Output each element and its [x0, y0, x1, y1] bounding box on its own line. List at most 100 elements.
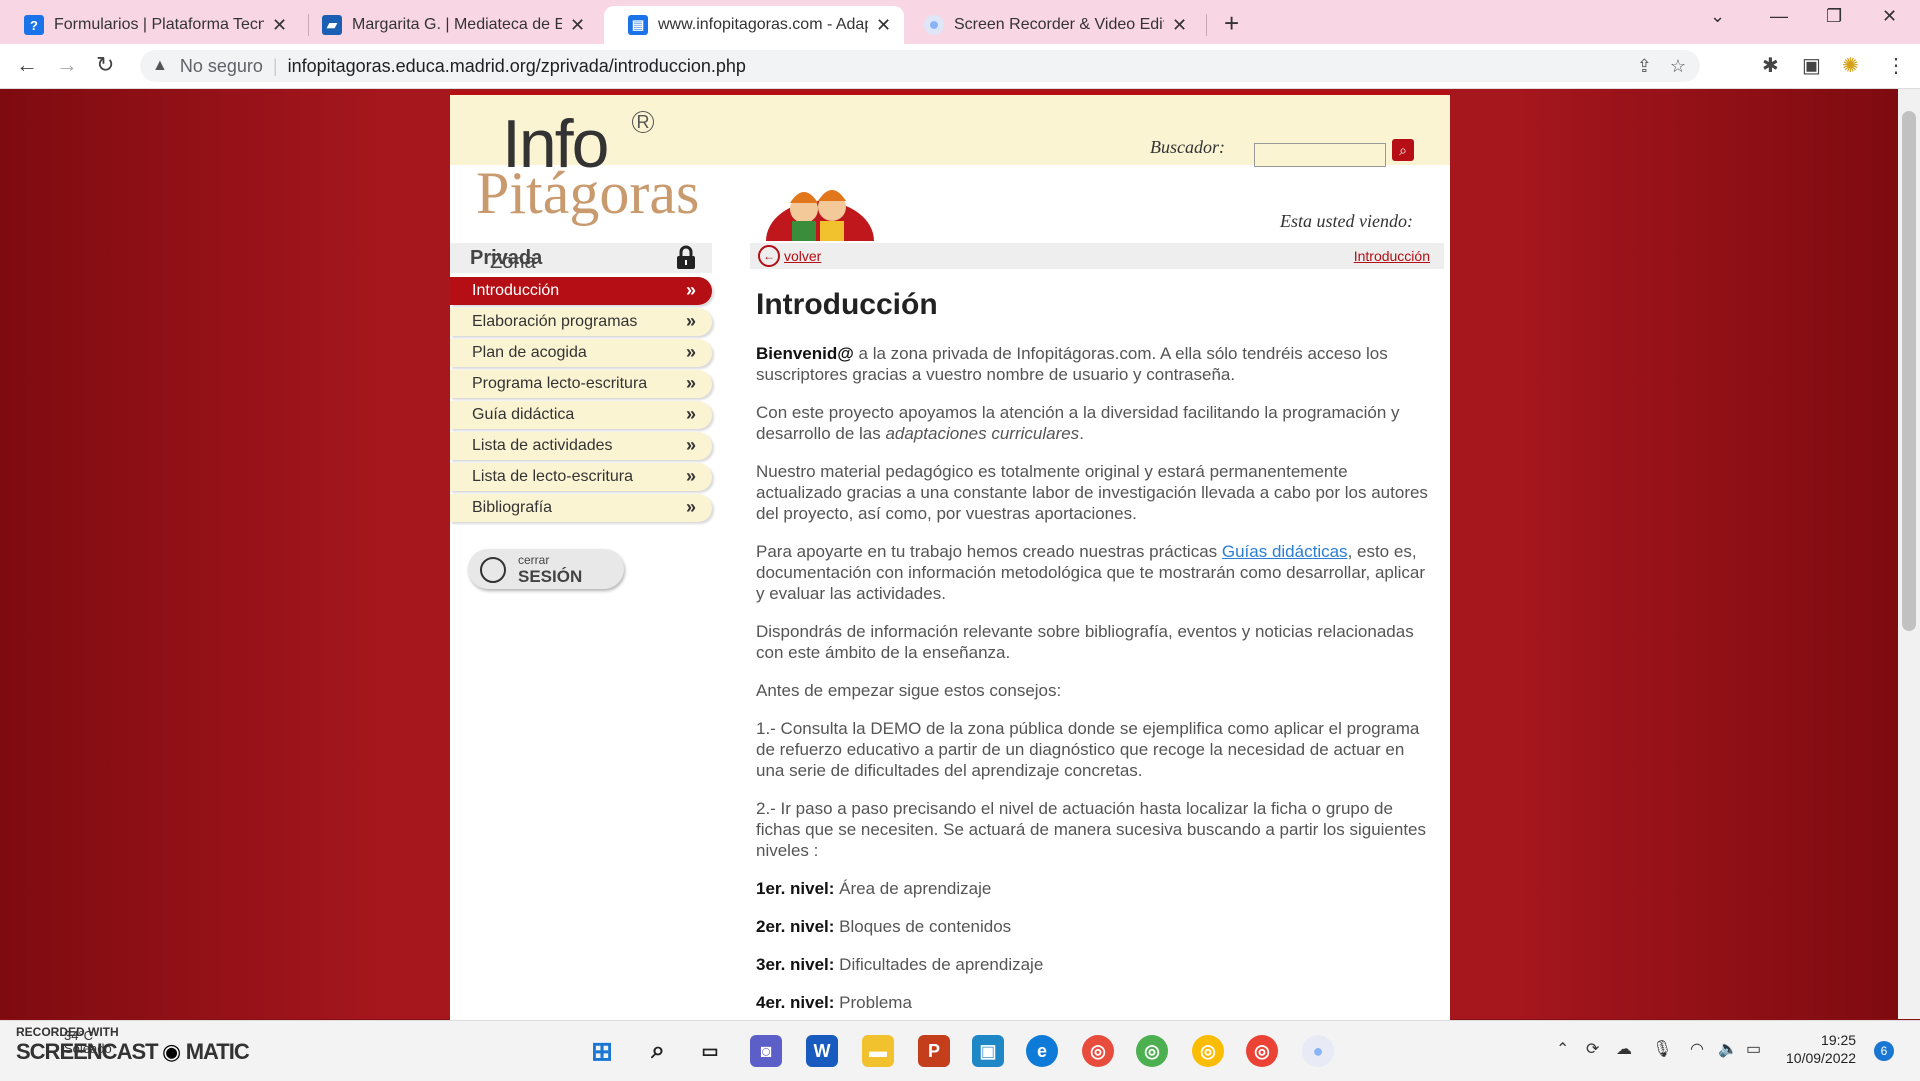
- sidebar-item-label: Guía didáctica: [472, 406, 575, 423]
- menu-icon[interactable]: ⋮: [1886, 53, 1906, 78]
- tab-search-icon[interactable]: ⌄: [1710, 6, 1725, 27]
- guias-didacticas-link[interactable]: Guías didácticas: [1222, 542, 1348, 561]
- chrome-icon[interactable]: ◎: [1082, 1035, 1114, 1067]
- notification-badge[interactable]: 6: [1874, 1041, 1894, 1061]
- chevron-right-icon: »: [685, 280, 696, 300]
- chrome-profile-icon[interactable]: ◎: [1246, 1035, 1278, 1067]
- sidebar-item-introduccion[interactable]: Introducción »: [450, 277, 712, 305]
- screen-recorder-icon[interactable]: ●: [1302, 1035, 1334, 1067]
- logo-pitagoras[interactable]: Pitágoras: [476, 159, 699, 228]
- close-window-icon[interactable]: ✕: [1882, 6, 1897, 27]
- search-input[interactable]: [1254, 143, 1386, 167]
- new-tab-button[interactable]: +: [1224, 8, 1239, 39]
- guides-text: Para apoyarte en tu trabajo hemos creado…: [756, 542, 1222, 561]
- weather-widget[interactable]: 34°C Soleado: [64, 1029, 112, 1055]
- zona-label: Zona: [490, 251, 536, 273]
- paragraph-material: Nuestro material pedagógico es totalment…: [756, 462, 1428, 523]
- welcome-bold: Bienvenid@: [756, 344, 854, 363]
- file-explorer-icon[interactable]: ▬: [862, 1035, 894, 1067]
- wifi-icon[interactable]: ◠: [1690, 1039, 1704, 1059]
- close-icon[interactable]: ✕: [272, 15, 287, 36]
- chevron-up-icon[interactable]: ⌃: [1556, 1039, 1569, 1059]
- cloud-icon[interactable]: ☁: [1616, 1039, 1632, 1059]
- chrome-profile-icon[interactable]: ◎: [1136, 1035, 1168, 1067]
- chrome-profile-icon[interactable]: ◎: [1192, 1035, 1224, 1067]
- sidebar-item-label: Introducción: [472, 282, 560, 299]
- date: 10/09/2022: [1786, 1050, 1857, 1066]
- sidebar-item-guia-didactica[interactable]: Guía didáctica »: [450, 401, 712, 429]
- microphone-icon[interactable]: 🎙: [1652, 1039, 1672, 1059]
- chat-icon[interactable]: ◙: [750, 1035, 782, 1067]
- tab-label: Margarita G. | Mediateca de Educ: [352, 16, 562, 33]
- level-label: 2er. nivel:: [756, 917, 835, 936]
- volume-icon[interactable]: 🔈: [1718, 1039, 1738, 1059]
- close-icon[interactable]: ✕: [1172, 15, 1187, 36]
- paragraph-advice: Antes de empezar sigue estos consejos:: [756, 681, 1062, 700]
- remote-desktop-icon[interactable]: ▣: [972, 1035, 1004, 1067]
- share-icon[interactable]: ⇪: [1637, 56, 1652, 77]
- clock[interactable]: 19:25 10/09/2022: [1786, 1031, 1856, 1067]
- logout-small-label: cerrar: [518, 553, 550, 567]
- zona-privada-header: Zona Privada: [450, 243, 712, 273]
- maximize-icon[interactable]: ❐: [1826, 6, 1842, 27]
- extensions-icon[interactable]: ✱: [1762, 53, 1779, 78]
- side-panel-icon[interactable]: ▣: [1802, 53, 1821, 78]
- paragraph-project: Con este proyecto apoyamos la atención a…: [756, 402, 1436, 444]
- paragraph-step1: 1.- Consulta la DEMO de la zona pública …: [756, 719, 1420, 780]
- warning-icon: ▲: [152, 57, 168, 74]
- search-icon[interactable]: ⌕: [642, 1035, 674, 1067]
- lock-icon: [677, 245, 695, 269]
- sync-icon[interactable]: ⟳: [1586, 1039, 1599, 1059]
- omnibox[interactable]: ▲ No seguro | infopitagoras.educa.madrid…: [140, 50, 1700, 82]
- sidebar-item-lista-actividades[interactable]: Lista de actividades »: [450, 432, 712, 460]
- tab-formularios[interactable]: ? Formularios | Plataforma Tecnoló ✕: [0, 6, 287, 44]
- tab-screen-recorder[interactable]: Screen Recorder & Video Editor ✕: [900, 6, 1187, 44]
- sidebar-item-label: Elaboración programas: [472, 313, 638, 330]
- breadcrumb-current[interactable]: Introducción: [1354, 248, 1430, 264]
- minimize-icon[interactable]: —: [1770, 6, 1788, 27]
- weather-status: Soleado: [64, 1041, 112, 1056]
- back-link[interactable]: volver: [784, 248, 821, 264]
- back-arrow-icon[interactable]: ←: [758, 245, 780, 267]
- kids-illustration-icon: [766, 190, 874, 241]
- level-value: Bloques de contenidos: [834, 917, 1012, 936]
- document-icon: ▤: [628, 15, 648, 35]
- tab-separator: [1206, 14, 1207, 36]
- sidebar-item-lista-lecto-escritura[interactable]: Lista de lecto-escritura »: [450, 463, 712, 491]
- sidebar-item-label: Plan de acogida: [472, 344, 587, 361]
- close-icon[interactable]: ✕: [876, 15, 891, 36]
- powerpoint-icon[interactable]: P: [918, 1035, 950, 1067]
- reload-icon[interactable]: ↻: [96, 52, 114, 78]
- windows-start-icon[interactable]: ⊞: [586, 1035, 618, 1067]
- level-4: 4er. nivel: Problema: [756, 992, 1436, 1013]
- sidebar-item-plan-acogida[interactable]: Plan de acogida »: [450, 339, 712, 367]
- profile-icon[interactable]: ✺: [1842, 53, 1859, 78]
- bookmark-star-icon[interactable]: ☆: [1670, 56, 1686, 77]
- edge-icon[interactable]: e: [1026, 1035, 1058, 1067]
- chevron-right-icon: »: [685, 311, 696, 331]
- chevron-right-icon: »: [685, 373, 696, 393]
- record-circle-icon: ◉: [162, 1039, 182, 1064]
- tab-infopitagoras[interactable]: ▤ www.infopitagoras.com - Adapta ✕: [604, 6, 904, 44]
- sidebar-item-elaboracion-programas[interactable]: Elaboración programas »: [450, 308, 712, 336]
- search-icon[interactable]: ⌕: [1392, 139, 1414, 161]
- level-1: 1er. nivel: Área de aprendizaje: [756, 878, 1436, 899]
- sidebar-item-label: Lista de actividades: [472, 437, 613, 454]
- page-scrollbar[interactable]: [1898, 89, 1920, 1019]
- chevron-right-icon: »: [685, 497, 696, 517]
- task-view-icon[interactable]: ▭: [694, 1035, 726, 1067]
- search-label: Buscador:: [1150, 137, 1225, 157]
- scrollbar-thumb[interactable]: [1902, 111, 1916, 631]
- tab-bar: ? Formularios | Plataforma Tecnoló ✕ ▰ M…: [0, 0, 1920, 44]
- viewing-label: Esta usted viendo:: [1280, 211, 1413, 231]
- logout-button[interactable]: cerrar SESIÓN: [468, 549, 624, 589]
- back-icon[interactable]: ←: [16, 52, 38, 78]
- tab-mediateca[interactable]: ▰ Margarita G. | Mediateca de Educ ✕: [298, 6, 585, 44]
- watermark-top: RECORDED WITH: [16, 1025, 119, 1039]
- word-icon[interactable]: W: [806, 1035, 838, 1067]
- sidebar-item-programa-lecto-escritura[interactable]: Programa lecto-escritura »: [450, 370, 712, 398]
- sidebar-item-bibliografia[interactable]: Bibliografía »: [450, 494, 712, 522]
- forward-icon[interactable]: →: [56, 52, 78, 78]
- battery-icon[interactable]: ▭: [1746, 1039, 1761, 1059]
- close-icon[interactable]: ✕: [570, 15, 585, 36]
